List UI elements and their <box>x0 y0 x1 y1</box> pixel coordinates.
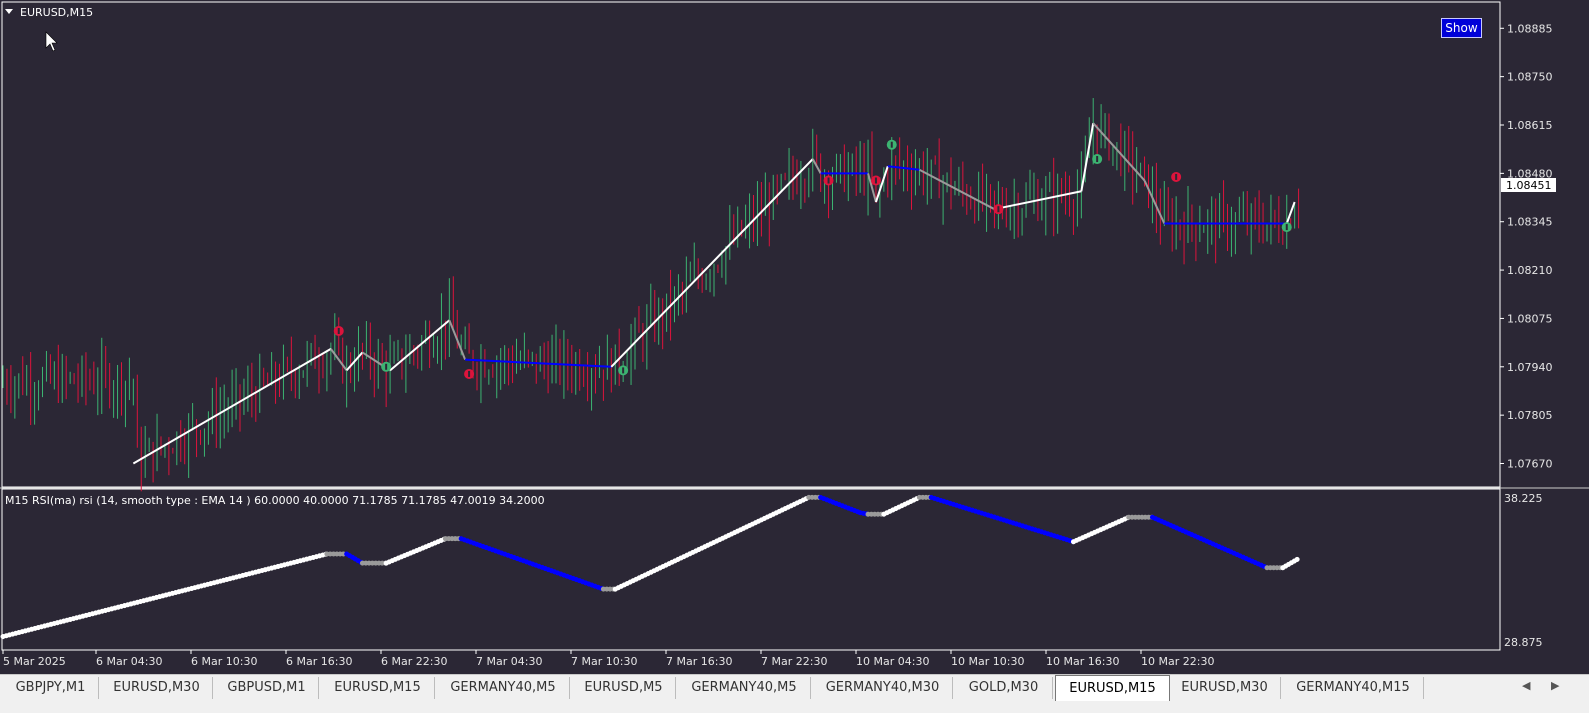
price-tick-label: 1.07670 <box>1507 458 1553 471</box>
current-price-label: 1.08451 <box>1506 179 1552 192</box>
arrow-glyph <box>997 206 1000 213</box>
tab-gold-m30[interactable]: GOLD,M30 <box>955 677 1053 699</box>
time-tick-label: 6 Mar 22:30 <box>381 655 447 668</box>
indicator-axis-bottom: 28.875 <box>1504 636 1543 649</box>
price-tick-label: 1.08075 <box>1507 312 1553 325</box>
show-button[interactable]: Show <box>1441 18 1482 38</box>
arrow-glyph <box>468 370 471 377</box>
tab-eurusd-m30[interactable]: EURUSD,M30 <box>1169 677 1281 699</box>
arrow-glyph <box>385 363 388 370</box>
arrow-glyph <box>874 177 877 184</box>
time-tick-label: 6 Mar 16:30 <box>286 655 352 668</box>
tab-scroll-right-icon[interactable]: ▶ <box>1551 679 1559 692</box>
tab-germany40-m5[interactable]: GERMANY40,M5 <box>437 677 570 699</box>
arrow-glyph <box>827 177 830 184</box>
time-tick-label: 6 Mar 10:30 <box>191 655 257 668</box>
chart-tab-bar: GBPJPY,M1 EURUSD,M30 GBPUSD,M1 EURUSD,M15 GE… <box>0 674 1589 702</box>
arrow-glyph <box>1096 156 1099 163</box>
time-tick-label: 7 Mar 22:30 <box>761 655 827 668</box>
time-tick-label: 10 Mar 22:30 <box>1141 655 1214 668</box>
time-tick-label: 5 Mar 2025 <box>3 655 66 668</box>
indicator-axis-top: 38.225 <box>1504 492 1543 505</box>
arrow-glyph <box>1175 173 1178 180</box>
chart-canvas[interactable]: EURUSD,M15 1.088851.087501.086151.084801… <box>0 0 1589 674</box>
tab-eurusd-m5[interactable]: EURUSD,M5 <box>572 677 676 699</box>
tab-germany40-m15[interactable]: GERMANY40,M15 <box>1283 677 1424 699</box>
arrow-glyph <box>890 141 893 148</box>
indicator-label: M15 RSI(ma) rsi (14, smooth type : EMA 1… <box>5 494 545 507</box>
time-tick-label: 10 Mar 16:30 <box>1046 655 1119 668</box>
time-tick-label: 7 Mar 16:30 <box>666 655 732 668</box>
tab-gbpjpy-m1[interactable]: GBPJPY,M1 <box>3 677 99 699</box>
arrow-glyph <box>622 367 625 374</box>
price-tick-label: 1.08885 <box>1507 22 1553 35</box>
arrow-glyph <box>337 327 340 334</box>
time-tick-label: 10 Mar 04:30 <box>856 655 929 668</box>
price-tick-label: 1.07940 <box>1507 361 1553 374</box>
tab-eurusd-m15[interactable]: EURUSD,M15 <box>321 677 435 699</box>
tab-eurusd-m30[interactable]: EURUSD,M30 <box>101 677 213 699</box>
time-tick-label: 7 Mar 04:30 <box>476 655 542 668</box>
tab-germany40-m5[interactable]: GERMANY40,M5 <box>678 677 811 699</box>
arrow-glyph <box>1285 224 1288 231</box>
tab-gbpusd-m1[interactable]: GBPUSD,M1 <box>215 677 319 699</box>
price-tick-label: 1.07805 <box>1507 409 1553 422</box>
chart-background <box>0 0 1589 674</box>
time-tick-label: 7 Mar 10:30 <box>571 655 637 668</box>
tab-eurusd-m15[interactable]: EURUSD,M15 <box>1055 675 1170 701</box>
tab-scroll-left-icon[interactable]: ◀ <box>1522 679 1530 692</box>
price-tick-label: 1.08210 <box>1507 264 1553 277</box>
tab-germany40-m30[interactable]: GERMANY40,M30 <box>813 677 953 699</box>
price-tick-label: 1.08750 <box>1507 71 1553 84</box>
symbol-label: EURUSD,M15 <box>20 6 93 19</box>
price-tick-label: 1.08345 <box>1507 216 1553 229</box>
time-tick-label: 6 Mar 04:30 <box>96 655 162 668</box>
price-tick-label: 1.08615 <box>1507 119 1553 132</box>
time-tick-label: 10 Mar 10:30 <box>951 655 1024 668</box>
